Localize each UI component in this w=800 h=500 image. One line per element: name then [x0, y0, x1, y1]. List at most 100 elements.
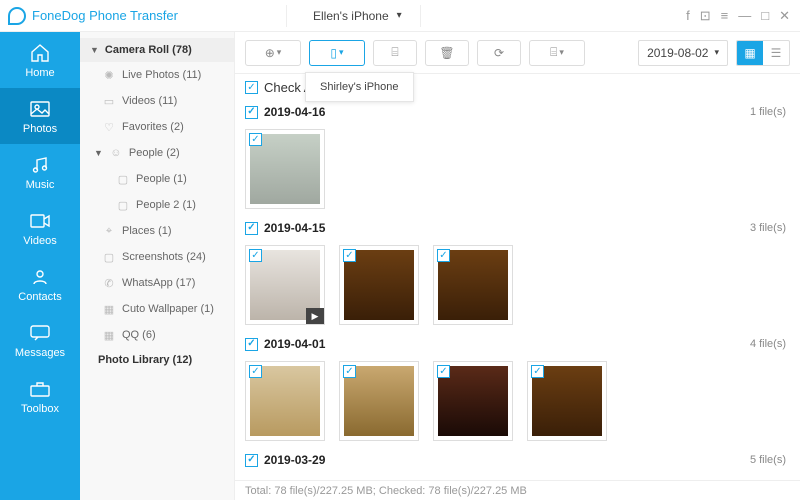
refresh-button[interactable]: ⟳ — [477, 40, 521, 66]
date-filter[interactable]: 2019-08-02 ▾ — [638, 40, 728, 66]
people-icon: ☺ — [109, 147, 123, 159]
tree-favorites[interactable]: ♡Favorites (2) — [80, 114, 234, 140]
view-toggle: ▦ ☰ — [736, 40, 790, 66]
chat-icon[interactable]: ⊡ — [700, 8, 711, 24]
nav-music[interactable]: Music — [0, 144, 80, 200]
tree-label: Camera Roll (78) — [105, 44, 192, 56]
add-button[interactable]: ⊕▾ — [245, 40, 301, 66]
device-selector[interactable]: Ellen's iPhone ▾ — [286, 5, 421, 27]
photo-thumb[interactable]: ✓ — [339, 245, 419, 325]
export-pc-button[interactable]: ⌸ — [373, 40, 417, 66]
more-button[interactable]: ⌸▾ — [529, 40, 585, 66]
nav-label: Messages — [15, 347, 65, 359]
photo-thumb[interactable]: ✓ — [433, 245, 513, 325]
tree-whatsapp[interactable]: ✆WhatsApp (17) — [80, 270, 234, 296]
tree-places[interactable]: ⌖Places (1) — [80, 218, 234, 244]
delete-button[interactable]: 🗑 — [425, 40, 469, 66]
close-button[interactable]: ✕ — [779, 8, 790, 24]
music-icon — [29, 154, 51, 176]
photos-icon — [29, 98, 51, 120]
status-bar: Total: 78 file(s)/227.25 MB; Checked: 78… — [235, 480, 800, 500]
nav-toolbox[interactable]: Toolbox — [0, 368, 80, 424]
tree-live-photos[interactable]: ✺Live Photos (11) — [80, 62, 234, 88]
messages-icon — [29, 322, 51, 344]
chevron-down-icon: ▾ — [559, 47, 564, 58]
menu-icon[interactable]: ≡ — [721, 8, 729, 23]
maximize-button[interactable]: □ — [761, 8, 769, 23]
whatsapp-icon: ✆ — [102, 277, 116, 289]
checkbox-icon[interactable]: ✓ — [437, 365, 450, 378]
checkbox-icon[interactable]: ✓ — [343, 365, 356, 378]
tree-videos[interactable]: ▭Videos (11) — [80, 88, 234, 114]
list-view-button[interactable]: ☰ — [763, 41, 789, 65]
group-header[interactable]: ✓ 2019-04-01 4 file(s) — [245, 333, 790, 355]
grid-view-button[interactable]: ▦ — [737, 41, 763, 65]
nav-home[interactable]: Home — [0, 32, 80, 88]
checkbox-icon[interactable]: ✓ — [249, 133, 262, 146]
tree-root-camera-roll[interactable]: ▼ Camera Roll (78) — [80, 38, 234, 62]
briefcase-icon: ⌸ — [550, 45, 557, 60]
photo-thumb[interactable]: ✓ — [433, 361, 513, 441]
nav-contacts[interactable]: Contacts — [0, 256, 80, 312]
checkbox-icon[interactable]: ✓ — [249, 365, 262, 378]
checkbox-icon[interactable]: ✓ — [245, 454, 258, 467]
chevron-down-icon: ▾ — [277, 47, 282, 58]
screenshot-icon: ▢ — [102, 251, 116, 263]
phone-icon: ▯ — [330, 46, 337, 60]
logo-icon — [8, 7, 26, 25]
caret-down-icon: ▼ — [94, 148, 103, 158]
folder-icon: ▢ — [116, 173, 130, 185]
contacts-icon — [29, 266, 51, 288]
photo-thumb[interactable]: ✓ — [527, 361, 607, 441]
status-text: Total: 78 file(s)/227.25 MB; Checked: 78… — [245, 485, 527, 497]
nav-messages[interactable]: Messages — [0, 312, 80, 368]
group-header[interactable]: ✓ 2019-04-15 3 file(s) — [245, 217, 790, 239]
checkbox-icon[interactable]: ✓ — [531, 365, 544, 378]
tree-screenshots[interactable]: ▢Screenshots (24) — [80, 244, 234, 270]
titlebar: FoneDog Phone Transfer Ellen's iPhone ▾ … — [0, 0, 800, 32]
video-badge-icon: ▶ — [306, 308, 324, 324]
video-icon: ▭ — [102, 95, 116, 107]
photo-thumb[interactable]: ✓▶ — [245, 245, 325, 325]
videos-icon — [29, 210, 51, 232]
checkbox-icon[interactable]: ✓ — [245, 106, 258, 119]
group-date: 2019-03-29 — [264, 453, 325, 467]
checkbox-icon[interactable]: ✓ — [249, 249, 262, 262]
export-tooltip: Shirley's iPhone — [305, 72, 414, 102]
group-header[interactable]: ✓ 2019-04-16 1 file(s) — [245, 101, 790, 123]
main-panel: ⊕▾ ▯▾ ⌸ 🗑 ⟳ ⌸▾ 2019-08-02 ▾ ▦ ☰ Shirley'… — [235, 32, 800, 500]
chevron-down-icon: ▾ — [339, 47, 344, 58]
export-device-button[interactable]: ▯▾ — [309, 40, 365, 66]
tree-photo-library[interactable]: Photo Library (12) — [80, 348, 234, 372]
nav-label: Toolbox — [21, 403, 59, 415]
group-header[interactable]: ✓ 2019-03-29 5 file(s) — [245, 449, 790, 471]
checkbox-icon[interactable]: ✓ — [245, 222, 258, 235]
photo-thumb[interactable]: ✓ — [245, 129, 325, 209]
tree-cuto[interactable]: ▦Cuto Wallpaper (1) — [80, 296, 234, 322]
tree-people[interactable]: ▼☺People (2) — [80, 140, 234, 166]
folder-icon: ▦ — [102, 329, 116, 341]
photo-thumb[interactable]: ✓ — [339, 361, 419, 441]
date-group: ✓ 2019-04-16 1 file(s) ✓ — [245, 101, 790, 211]
checkbox-icon[interactable]: ✓ — [245, 338, 258, 351]
tree-people-1[interactable]: ▢People (1) — [80, 166, 234, 192]
app-title: FoneDog Phone Transfer — [32, 8, 178, 23]
checkbox-icon[interactable]: ✓ — [437, 249, 450, 262]
minimize-button[interactable]: — — [738, 8, 751, 23]
date-group: ✓ 2019-04-01 4 file(s) ✓ ✓ ✓ ✓ — [245, 333, 790, 443]
tree-qq[interactable]: ▦QQ (6) — [80, 322, 234, 348]
photo-thumb[interactable]: ✓ — [245, 361, 325, 441]
nav-photos[interactable]: Photos — [0, 88, 80, 144]
date-group: ✓ 2019-04-15 3 file(s) ✓▶ ✓ ✓ — [245, 217, 790, 327]
checkbox-icon[interactable]: ✓ — [343, 249, 356, 262]
tree-people-2[interactable]: ▢People 2 (1) — [80, 192, 234, 218]
nav-label: Photos — [23, 123, 57, 135]
nav-videos[interactable]: Videos — [0, 200, 80, 256]
caret-down-icon: ▾ — [714, 47, 719, 58]
group-count: 3 file(s) — [750, 222, 790, 234]
checkbox-icon[interactable]: ✓ — [245, 81, 258, 94]
photo-grid: ✓ Check All(78) ✓ 2019-04-16 1 file(s) ✓… — [235, 74, 800, 500]
feedback-icon[interactable]: f — [686, 8, 690, 23]
folder-icon: ▢ — [116, 199, 130, 211]
pc-icon: ⌸ — [391, 45, 398, 60]
